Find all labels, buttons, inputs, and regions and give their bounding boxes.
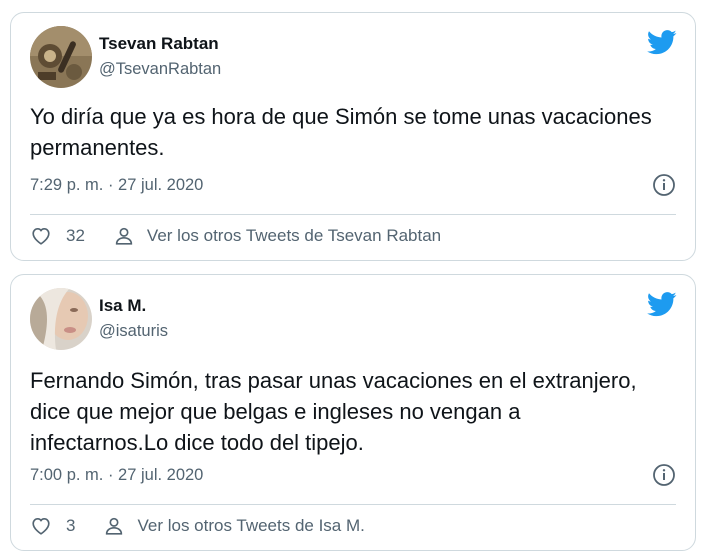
more-tweets-link[interactable]: Ver los otros Tweets de Isa M. bbox=[103, 515, 365, 537]
tweet-timestamp[interactable]: 7:29 p. m. · 27 jul. 2020 bbox=[30, 176, 203, 195]
author-name[interactable]: Isa M. bbox=[99, 296, 146, 316]
like-count: 32 bbox=[66, 226, 85, 245]
divider bbox=[30, 504, 676, 505]
tweet-text: Fernando Simón, tras pasar unas vacacion… bbox=[30, 368, 637, 455]
heart-icon bbox=[32, 518, 50, 535]
tweet-actions: 32 Ver los otros Tweets de Tsevan Rabtan bbox=[30, 224, 676, 248]
more-tweets-label: Ver los otros Tweets de Tsevan Rabtan bbox=[146, 226, 442, 245]
author-handle[interactable]: @TsevanRabtan bbox=[99, 60, 221, 79]
like-button[interactable]: 32 bbox=[30, 225, 85, 247]
person-icon bbox=[106, 517, 123, 535]
tweet-card[interactable]: Isa M. @isaturis Fernando Simón, tras pa… bbox=[10, 274, 696, 551]
avatar[interactable] bbox=[30, 26, 92, 88]
avatar[interactable] bbox=[30, 288, 92, 350]
tweet-text: Yo diría que ya es hora de que Simón se … bbox=[30, 104, 652, 160]
tweet-actions: 3 Ver los otros Tweets de Isa M. bbox=[30, 514, 676, 538]
person-icon bbox=[115, 227, 133, 245]
tweet-timestamp[interactable]: 7:00 p. m. · 27 jul. 2020 bbox=[30, 466, 203, 485]
twitter-bird-icon[interactable] bbox=[647, 30, 677, 55]
tweet-card[interactable]: Tsevan Rabtan @TsevanRabtan Yo diría que… bbox=[10, 12, 696, 261]
author-name[interactable]: Tsevan Rabtan bbox=[99, 34, 219, 54]
author-handle[interactable]: @isaturis bbox=[99, 322, 168, 341]
divider bbox=[30, 214, 676, 215]
info-icon[interactable] bbox=[652, 173, 676, 197]
twitter-bird-icon[interactable] bbox=[647, 292, 677, 317]
info-icon[interactable] bbox=[652, 463, 676, 487]
heart-icon bbox=[32, 228, 50, 245]
more-tweets-label: Ver los otros Tweets de Isa M. bbox=[137, 516, 365, 535]
like-count: 3 bbox=[66, 516, 76, 535]
more-tweets-link[interactable]: Ver los otros Tweets de Tsevan Rabtan bbox=[113, 225, 441, 247]
like-button[interactable]: 3 bbox=[30, 515, 75, 537]
